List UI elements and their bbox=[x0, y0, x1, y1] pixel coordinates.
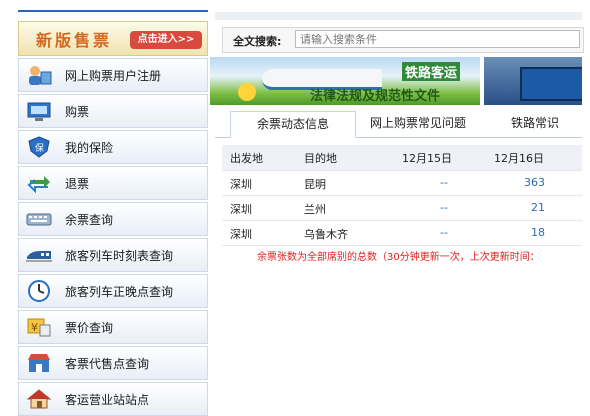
header-destination: 目的地 bbox=[304, 152, 337, 165]
train-icon bbox=[26, 251, 52, 262]
cell-departure: 深圳 bbox=[230, 228, 252, 241]
new-ticketing-title: 新版售票 bbox=[36, 31, 113, 50]
new-ticketing-banner[interactable]: 新版售票 点击进入>> bbox=[18, 21, 208, 56]
price-tag-icon: ¥ bbox=[27, 318, 51, 337]
cell-count-day2[interactable]: 21 bbox=[531, 201, 545, 214]
sidebar-item-label: 旅客列车正晚点查询 bbox=[65, 285, 174, 299]
cell-destination: 昆明 bbox=[304, 178, 326, 191]
svg-text:保: 保 bbox=[35, 142, 44, 154]
sidebar-item-label: 客运营业站站点 bbox=[65, 393, 150, 407]
remaining-tickets-table: 出发地 目的地 12月15日 12月16日 深圳 昆明 -- 363 深圳 兰州… bbox=[222, 145, 582, 246]
cell-count-day1: -- bbox=[440, 201, 448, 214]
table-header-row: 出发地 目的地 12月15日 12月16日 bbox=[222, 145, 582, 171]
table-row[interactable]: 深圳 昆明 -- 363 bbox=[222, 171, 582, 196]
table-row[interactable]: 深圳 兰州 -- 21 bbox=[222, 196, 582, 221]
svg-text:¥: ¥ bbox=[31, 321, 38, 334]
cell-departure: 深圳 bbox=[230, 178, 252, 191]
sidebar-item-remaining-tickets[interactable]: 余票查询 bbox=[18, 202, 208, 236]
search-label: 全文搜索: bbox=[233, 35, 282, 48]
sidebar-item-agency[interactable]: 客票代售点查询 bbox=[18, 346, 208, 380]
top-accent-line bbox=[18, 10, 208, 12]
sidebar-item-delay-status[interactable]: 旅客列车正晚点查询 bbox=[18, 274, 208, 308]
user-register-icon bbox=[29, 66, 52, 85]
table-row[interactable]: 深圳 乌鲁木齐 -- 18 bbox=[222, 221, 582, 246]
sidebar-item-label: 购票 bbox=[65, 105, 90, 119]
sidebar-item-label: 票价查询 bbox=[65, 321, 114, 335]
insurance-shield-icon: 保 bbox=[28, 136, 50, 158]
tab-faq[interactable]: 网上购票常见问题 bbox=[358, 111, 478, 136]
sidebar: 新版售票 点击进入>> 网上购票用户注册 购票 保 我的保险 退票 余票查询 旅… bbox=[18, 21, 208, 416]
header-departure: 出发地 bbox=[230, 152, 263, 165]
sidebar-item-fare[interactable]: ¥ 票价查询 bbox=[18, 310, 208, 344]
top-gray-bar bbox=[215, 12, 582, 20]
sidebar-item-label: 退票 bbox=[65, 177, 90, 191]
cell-count-day1: -- bbox=[440, 226, 448, 239]
keyboard-icon bbox=[26, 213, 52, 226]
header-date-2: 12月16日 bbox=[494, 152, 544, 165]
info-tabs: 余票动态信息 网上购票常见问题 铁路常识 bbox=[215, 107, 582, 138]
cell-destination: 兰州 bbox=[304, 203, 326, 216]
cell-count-day2[interactable]: 18 bbox=[531, 226, 545, 239]
sidebar-item-timetable[interactable]: 旅客列车时刻表查询 bbox=[18, 238, 208, 272]
sun-icon bbox=[238, 83, 256, 101]
sidebar-item-stations[interactable]: 客运营业站站点 bbox=[18, 382, 208, 416]
clock-icon bbox=[28, 280, 50, 302]
cell-count-day1: -- bbox=[440, 176, 448, 189]
cell-departure: 深圳 bbox=[230, 203, 252, 216]
sidebar-item-label: 旅客列车时刻表查询 bbox=[65, 249, 174, 263]
shop-icon bbox=[28, 354, 50, 372]
sidebar-item-label: 客票代售点查询 bbox=[65, 357, 150, 371]
sidebar-item-label: 网上购票用户注册 bbox=[65, 69, 162, 83]
sidebar-item-label: 我的保险 bbox=[65, 141, 114, 155]
sidebar-item-buy-ticket[interactable]: 购票 bbox=[18, 94, 208, 128]
enter-button[interactable]: 点击进入>> bbox=[130, 31, 202, 49]
locomotive-body bbox=[520, 67, 582, 101]
sidebar-item-label: 余票查询 bbox=[65, 213, 114, 227]
update-note: 余票张数为全部席别的总数（30分钟更新一次，上次更新时间： bbox=[257, 252, 540, 263]
tab-remaining-tickets[interactable]: 余票动态信息 bbox=[230, 111, 356, 138]
sidebar-item-refund[interactable]: 退票 bbox=[18, 166, 208, 200]
sidebar-item-register[interactable]: 网上购票用户注册 bbox=[18, 58, 208, 92]
search-input[interactable] bbox=[295, 30, 580, 48]
cell-destination: 乌鲁木齐 bbox=[304, 228, 348, 241]
header-date-1: 12月15日 bbox=[402, 152, 452, 165]
locomotive-image bbox=[484, 57, 582, 105]
refund-arrow-icon bbox=[27, 176, 50, 194]
cell-count-day2[interactable]: 363 bbox=[524, 176, 545, 189]
sidebar-item-insurance[interactable]: 保 我的保险 bbox=[18, 130, 208, 164]
house-icon bbox=[26, 389, 52, 409]
tab-railway-knowledge[interactable]: 铁路常识 bbox=[495, 111, 575, 136]
banner-subtitle: 法律法规及规范性文件 bbox=[310, 89, 441, 104]
regulations-banner[interactable]: 铁路客运 法律法规及规范性文件 bbox=[210, 57, 480, 105]
search-bar: 全文搜索: bbox=[222, 27, 584, 53]
banner-tag: 铁路客运 bbox=[402, 62, 461, 81]
ticket-screen-icon bbox=[27, 102, 51, 121]
